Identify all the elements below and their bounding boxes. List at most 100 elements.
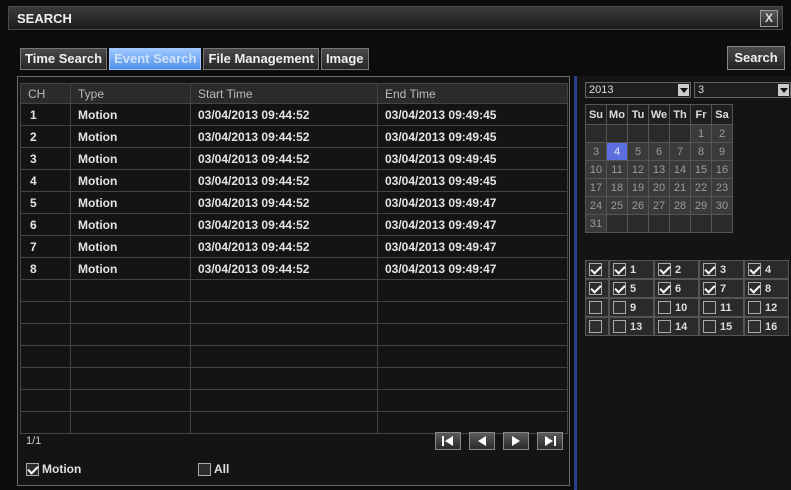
table-row[interactable]: 8 Motion 03/04/2013 09:44:52 03/04/2013 09:… — [20, 257, 568, 280]
tab-event-search[interactable]: Event Search — [109, 48, 202, 70]
year-select[interactable]: 2013 — [585, 82, 691, 98]
channel-15[interactable]: 15 — [699, 317, 744, 336]
tab-file-management[interactable]: File Management — [203, 48, 319, 70]
channel-row-all-cell[interactable] — [585, 279, 609, 298]
channel-checkbox[interactable] — [613, 301, 626, 314]
calendar-day[interactable]: 20 — [648, 178, 670, 197]
close-button[interactable]: X — [760, 10, 778, 27]
table-row[interactable]: 3 Motion 03/04/2013 09:44:52 03/04/2013 09:… — [20, 147, 568, 170]
calendar-day[interactable]: 12 — [627, 160, 649, 179]
calendar-day[interactable]: 29 — [690, 196, 712, 215]
calendar-day[interactable]: 18 — [606, 178, 628, 197]
channel-checkbox[interactable] — [658, 320, 671, 333]
month-select[interactable]: 3 — [694, 82, 791, 98]
channel-checkbox[interactable] — [658, 282, 671, 295]
channel-checkbox[interactable] — [748, 301, 761, 314]
calendar-day[interactable]: 8 — [690, 142, 712, 161]
channel-checkbox[interactable] — [703, 263, 716, 276]
channel-row-all-cell[interactable] — [585, 317, 609, 336]
channel-checkbox[interactable] — [748, 320, 761, 333]
table-row[interactable]: 6 Motion 03/04/2013 09:44:52 03/04/2013 09:… — [20, 213, 568, 236]
channel-checkbox[interactable] — [703, 282, 716, 295]
channel-7[interactable]: 7 — [699, 279, 744, 298]
calendar-day[interactable]: 25 — [606, 196, 628, 215]
first-page-button[interactable] — [435, 432, 461, 450]
channel-checkbox[interactable] — [703, 301, 716, 314]
channel-11[interactable]: 11 — [699, 298, 744, 317]
next-page-button[interactable] — [503, 432, 529, 450]
motion-checkbox[interactable] — [26, 462, 39, 476]
channel-checkbox[interactable] — [613, 320, 626, 333]
search-button[interactable]: Search — [727, 46, 785, 70]
table-row[interactable]: 4 Motion 03/04/2013 09:44:52 03/04/2013 09:… — [20, 169, 568, 192]
calendar-day[interactable]: 16 — [711, 160, 733, 179]
channel-9[interactable]: 9 — [609, 298, 654, 317]
calendar-day[interactable]: 21 — [669, 178, 691, 197]
calendar-day[interactable]: 11 — [606, 160, 628, 179]
tab-image[interactable]: Image — [320, 48, 369, 70]
calendar-day[interactable]: 24 — [585, 196, 607, 215]
row-select-all-checkbox[interactable] — [589, 263, 602, 276]
calendar-day[interactable]: 6 — [648, 142, 670, 161]
calendar-day[interactable]: 17 — [585, 178, 607, 197]
last-page-button[interactable] — [537, 432, 563, 450]
calendar-day[interactable]: 22 — [690, 178, 712, 197]
calendar-day[interactable]: 5 — [627, 142, 649, 161]
channel-row-all-cell[interactable] — [585, 298, 609, 317]
calendar-day[interactable]: 19 — [627, 178, 649, 197]
channel-8[interactable]: 8 — [744, 279, 789, 298]
table-row[interactable]: 2 Motion 03/04/2013 09:44:52 03/04/2013 09:… — [20, 125, 568, 148]
row-select-all-checkbox[interactable] — [589, 301, 602, 314]
table-row[interactable]: 1 Motion 03/04/2013 09:44:52 03/04/2013 09:… — [20, 103, 568, 126]
calendar-day[interactable]: 30 — [711, 196, 733, 215]
channel-checkbox[interactable] — [748, 282, 761, 295]
calendar-day[interactable]: 2 — [711, 124, 733, 143]
column-header-end-time[interactable]: End Time — [377, 83, 568, 104]
channel-2[interactable]: 2 — [654, 260, 699, 279]
row-select-all-checkbox[interactable] — [589, 282, 602, 295]
channel-checkbox[interactable] — [613, 263, 626, 276]
calendar-day[interactable]: 15 — [690, 160, 712, 179]
calendar-day[interactable]: 13 — [648, 160, 670, 179]
channel-12[interactable]: 12 — [744, 298, 789, 317]
channel-6[interactable]: 6 — [654, 279, 699, 298]
calendar-day[interactable]: 10 — [585, 160, 607, 179]
channel-checkbox[interactable] — [658, 301, 671, 314]
calendar-day[interactable]: 4 — [606, 142, 628, 161]
channel-checkbox[interactable] — [703, 320, 716, 333]
channel-10[interactable]: 10 — [654, 298, 699, 317]
calendar-day[interactable]: 14 — [669, 160, 691, 179]
all-checkbox[interactable] — [198, 462, 211, 476]
table-row[interactable]: 5 Motion 03/04/2013 09:44:52 03/04/2013 09:… — [20, 191, 568, 214]
tab-time-search[interactable]: Time Search — [20, 48, 108, 70]
calendar-day[interactable]: 27 — [648, 196, 670, 215]
channel-13[interactable]: 13 — [609, 317, 654, 336]
calendar-day[interactable]: 28 — [669, 196, 691, 215]
channel-5[interactable]: 5 — [609, 279, 654, 298]
channel-3[interactable]: 3 — [699, 260, 744, 279]
column-header-type[interactable]: Type — [70, 83, 191, 104]
calendar-day[interactable]: 9 — [711, 142, 733, 161]
table-cell: 03/04/2013 09:44:52 — [190, 169, 378, 192]
row-select-all-checkbox[interactable] — [589, 320, 602, 333]
filter-motion[interactable]: Motion — [26, 462, 81, 476]
column-header-start-time[interactable]: Start Time — [190, 83, 378, 104]
channel-14[interactable]: 14 — [654, 317, 699, 336]
calendar-day[interactable]: 3 — [585, 142, 607, 161]
channel-checkbox[interactable] — [613, 282, 626, 295]
channel-4[interactable]: 4 — [744, 260, 789, 279]
calendar-day[interactable]: 26 — [627, 196, 649, 215]
calendar-day[interactable]: 31 — [585, 214, 607, 233]
calendar-day[interactable]: 1 — [690, 124, 712, 143]
channel-row-all-cell[interactable] — [585, 260, 609, 279]
calendar-day[interactable]: 23 — [711, 178, 733, 197]
channel-1[interactable]: 1 — [609, 260, 654, 279]
channel-checkbox[interactable] — [748, 263, 761, 276]
filter-all[interactable]: All — [198, 462, 229, 476]
prev-page-button[interactable] — [469, 432, 495, 450]
column-header-ch[interactable]: CH — [20, 83, 71, 104]
calendar-day[interactable]: 7 — [669, 142, 691, 161]
channel-16[interactable]: 16 — [744, 317, 789, 336]
channel-checkbox[interactable] — [658, 263, 671, 276]
table-row[interactable]: 7 Motion 03/04/2013 09:44:52 03/04/2013 09:… — [20, 235, 568, 258]
